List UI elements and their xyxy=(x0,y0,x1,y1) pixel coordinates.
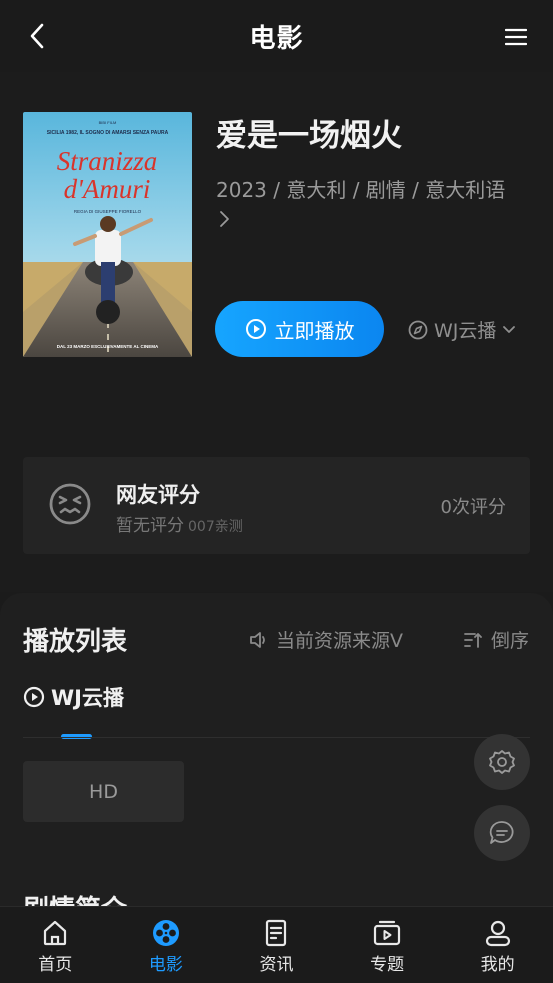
play-now-button[interactable]: 立即播放 xyxy=(215,301,384,357)
source-picker-label: WJ云播 xyxy=(434,320,497,342)
rating-subtitle: 暂无评分 007亲测 xyxy=(116,511,243,536)
rating-card[interactable]: 网友评分 暂无评分 007亲测 0次评分 xyxy=(23,457,530,554)
rating-status: 暂无评分 xyxy=(116,516,184,536)
poster-title-line2: d'Amuri xyxy=(64,174,151,204)
play-circle-icon xyxy=(245,319,266,339)
sad-face-icon xyxy=(48,482,92,526)
chevron-down-icon xyxy=(503,325,516,333)
chevron-right-icon xyxy=(220,211,229,227)
poster-title-line1: Stranizza xyxy=(57,146,158,176)
news-icon xyxy=(266,919,287,947)
movie-meta: 2023 / 意大利 / 剧情 / 意大利语 xyxy=(216,178,506,202)
sort-order-label: 倒序 xyxy=(490,630,529,652)
menu-icon xyxy=(505,28,527,46)
current-source-label: 当前资源来源V xyxy=(276,630,403,652)
movie-poster[interactable]: BIBI FILM SICILIA 1982, IL SOGNO DI AMAR… xyxy=(23,112,192,357)
source-tab-label: WJ云播 xyxy=(51,686,124,710)
topic-icon xyxy=(373,920,401,946)
comment-button[interactable] xyxy=(474,805,530,861)
speaker-icon xyxy=(250,631,265,648)
sort-order-button[interactable]: 倒序 xyxy=(463,626,529,653)
tab-home[interactable]: 首页 xyxy=(0,907,111,983)
tab-mine-label: 我的 xyxy=(480,955,515,975)
playlist-title: 播放列表 xyxy=(23,627,128,657)
home-icon xyxy=(44,920,67,946)
svg-text:BIBI FILM: BIBI FILM xyxy=(99,120,117,125)
film-reel-icon xyxy=(152,920,179,946)
gear-icon xyxy=(489,750,515,774)
settings-button[interactable] xyxy=(474,734,530,790)
meta-expand-button[interactable] xyxy=(218,210,234,230)
rating-count: 0次评分 xyxy=(440,497,506,518)
tab-topic-label: 专题 xyxy=(370,955,405,975)
poster-director: REGIA DI GIUSEPPE FIORELLO xyxy=(74,209,142,214)
compass-icon xyxy=(408,320,428,339)
chat-bubble-icon xyxy=(489,821,514,844)
current-source-button[interactable]: 当前资源来源V xyxy=(248,626,413,653)
source-picker[interactable]: WJ云播 xyxy=(408,316,516,343)
movie-title: 爱是一场烟火 xyxy=(216,118,402,154)
user-icon xyxy=(485,920,510,947)
rating-tag: 007亲测 xyxy=(188,519,243,535)
rating-title: 网友评分 xyxy=(116,483,200,507)
page-title: 电影 xyxy=(249,24,304,54)
tab-news-label: 资讯 xyxy=(259,955,294,975)
tab-movie-label: 电影 xyxy=(148,955,183,975)
tab-topic[interactable]: 专题 xyxy=(332,907,443,983)
tab-movie[interactable]: 电影 xyxy=(111,907,222,983)
play-now-label: 立即播放 xyxy=(274,318,355,343)
poster-top-text: SICILIA 1982, IL SOGNO DI AMARSI SENZA P… xyxy=(47,130,169,136)
tab-home-label: 首页 xyxy=(38,955,73,975)
top-bar: 电影 xyxy=(0,0,553,72)
tab-news[interactable]: 资讯 xyxy=(221,907,332,983)
sort-icon xyxy=(464,632,482,648)
play-circle-icon xyxy=(23,686,45,708)
tab-mine[interactable]: 我的 xyxy=(442,907,553,983)
episode-button-hd[interactable]: HD xyxy=(23,761,184,822)
poster-date: DAL 23 MARZO ESCLUSIVAMENTE AL CINEMA xyxy=(57,344,159,349)
movie-info-section: BIBI FILM SICILIA 1982, IL SOGNO DI AMAR… xyxy=(0,72,553,592)
divider xyxy=(23,737,530,738)
menu-button[interactable] xyxy=(501,22,531,52)
source-tab-wj[interactable]: WJ云播 xyxy=(23,682,124,712)
bottom-tab-bar: 首页 电影 资讯 专题 我的 xyxy=(0,906,553,983)
